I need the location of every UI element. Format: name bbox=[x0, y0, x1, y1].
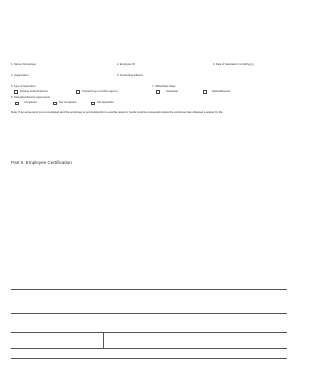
field-separator bbox=[103, 332, 104, 348]
completed-checkbox[interactable] bbox=[15, 101, 19, 105]
relocation-agreements-label: 8. Relocation/Service Agreements bbox=[11, 96, 51, 99]
organization-label: 4. Organization bbox=[11, 74, 29, 77]
office-state-stays-label: 7. Office/State Stays bbox=[152, 85, 176, 88]
separation-date-label: 3. Date of Separation (mm/dd/yyyy) bbox=[213, 63, 254, 66]
not-completed-label: Not Completed bbox=[59, 101, 77, 104]
not-completed-checkbox[interactable] bbox=[53, 101, 57, 105]
separated-checkbox[interactable] bbox=[156, 90, 160, 94]
retired-expired-label: Retired/Expired bbox=[212, 89, 230, 93]
existing-federal-service-checkbox[interactable] bbox=[14, 90, 18, 94]
form-divider bbox=[11, 358, 287, 359]
not-applicable-checkbox[interactable] bbox=[91, 101, 95, 105]
forwarding-address-label: 5. Forwarding Address bbox=[117, 74, 143, 77]
form-divider bbox=[11, 313, 287, 314]
form-divider bbox=[11, 348, 287, 349]
form-divider bbox=[11, 332, 287, 333]
recovery-note: Note: If an agreement is not completed a… bbox=[11, 110, 223, 114]
form-divider bbox=[11, 289, 287, 290]
employee-name-label: 1. Name of Employee bbox=[11, 63, 36, 66]
not-applicable-label: Not Applicable bbox=[97, 101, 114, 104]
type-of-separation-label: 6. Type of Separation bbox=[11, 85, 36, 88]
separated-label: Separated bbox=[166, 89, 178, 93]
employee-certification-title: Part II. Employee Certification bbox=[11, 160, 72, 165]
existing-federal-service-label: Existing Federal Service bbox=[20, 89, 48, 93]
employee-id-label: 2. Employee ID bbox=[117, 63, 135, 66]
completed-label: Completed bbox=[24, 101, 37, 104]
retired-expired-checkbox[interactable] bbox=[203, 90, 207, 94]
transferring-agency-label: Transferring to Another Agency bbox=[82, 89, 118, 93]
transferring-agency-checkbox[interactable] bbox=[76, 90, 80, 94]
